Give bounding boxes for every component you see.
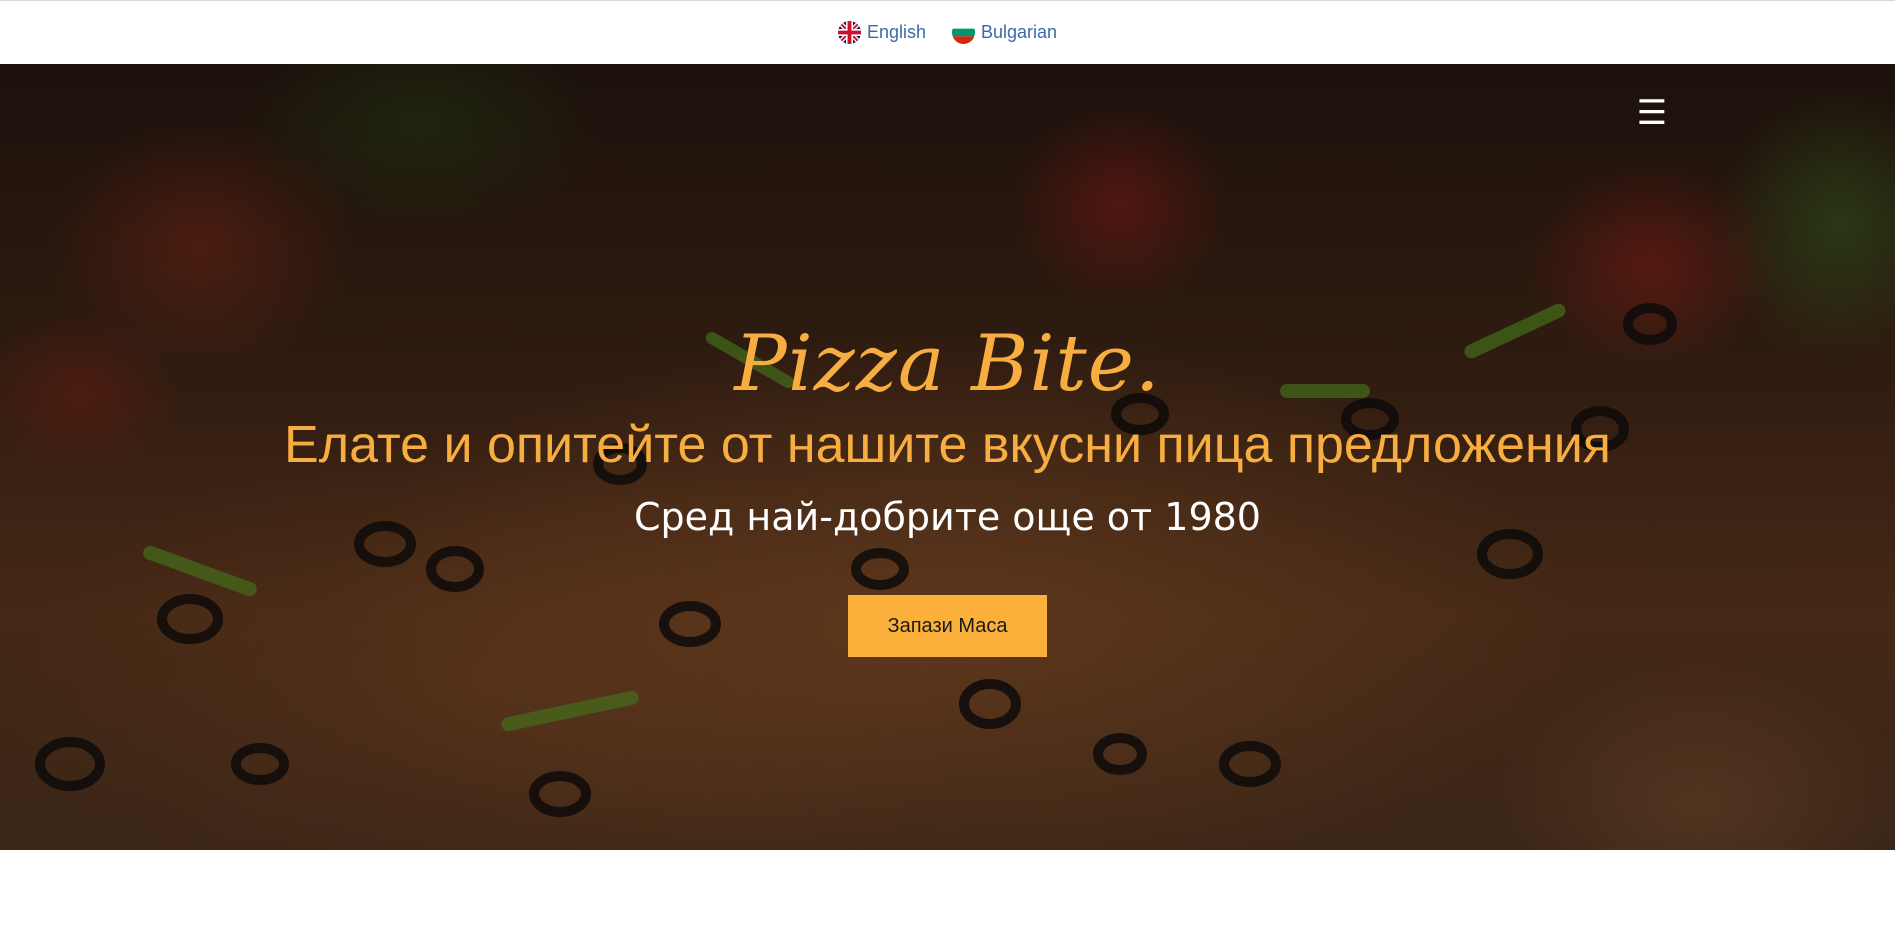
bulgaria-flag-icon: [951, 21, 975, 44]
language-bulgarian-label: Bulgarian: [980, 22, 1058, 42]
hero-headline: Елате и опитейте от нашите вкусни пица п…: [284, 416, 1611, 474]
uk-flag-icon: [837, 21, 861, 44]
hero-subline: Сред най-добрите още от 1980: [634, 495, 1261, 539]
below-hero-area: [0, 850, 1895, 940]
language-bulgarian-link[interactable]: Bulgarian: [951, 21, 1058, 44]
language-english-link[interactable]: English: [837, 21, 926, 44]
hamburger-menu-icon[interactable]: ☰: [1635, 96, 1669, 130]
hero-section: ☰ Pizza Bite. Елате и опитейте от нашите…: [0, 64, 1895, 850]
language-english-label: English: [866, 22, 926, 42]
language-bar: English Bulgarian: [0, 0, 1895, 64]
reserve-table-button[interactable]: Запази Маса: [848, 595, 1047, 657]
brand-title: Pizza Bite.: [734, 319, 1161, 409]
hero-content: Pizza Bite. Елате и опитейте от нашите в…: [0, 319, 1895, 657]
